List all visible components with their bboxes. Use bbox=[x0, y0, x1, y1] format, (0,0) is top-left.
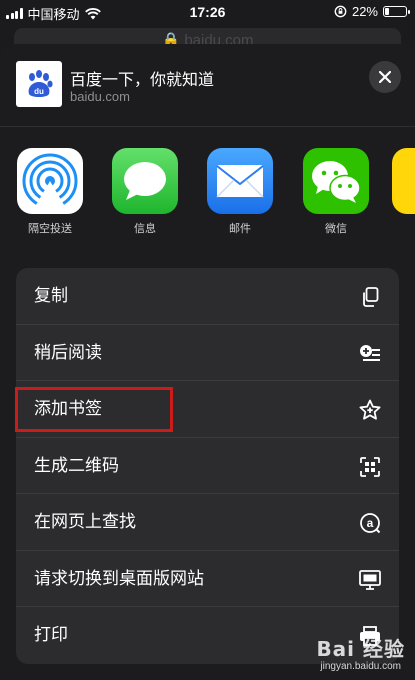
close-icon bbox=[379, 71, 391, 83]
desktop-icon bbox=[359, 569, 381, 591]
action-copy[interactable]: 复制 bbox=[16, 268, 399, 325]
share-sheet: du 百度一下，你就知道 baidu.com 隔空投送 信息 邮件 微信 复制 … bbox=[0, 44, 415, 680]
page-domain: baidu.com bbox=[70, 89, 130, 104]
svg-text:du: du bbox=[34, 87, 44, 96]
share-app-messages[interactable]: 信息 bbox=[105, 148, 185, 236]
share-app-label: 微信 bbox=[325, 223, 347, 235]
watermark-url: jingyan.baidu.com bbox=[320, 661, 402, 672]
share-app-wechat[interactable]: 微信 bbox=[296, 148, 376, 236]
action-list: 复制 稍后阅读 添加书签 生成二维码 在网页上查找 a 请求切换到桌面版网站 打… bbox=[16, 268, 399, 664]
share-app-label: 邮件 bbox=[229, 223, 251, 235]
watermark-brand: Bai 经验 bbox=[316, 637, 405, 661]
action-label: 复制 bbox=[34, 286, 68, 305]
mail-icon bbox=[207, 148, 273, 214]
copy-icon bbox=[359, 286, 381, 308]
svg-text:a: a bbox=[367, 516, 374, 530]
header-divider bbox=[0, 126, 415, 127]
star-icon bbox=[359, 399, 381, 421]
share-apps-row: 隔空投送 信息 邮件 微信 bbox=[0, 148, 415, 248]
action-label: 生成二维码 bbox=[34, 455, 119, 475]
messages-icon bbox=[112, 148, 178, 214]
share-sheet-header: du 百度一下，你就知道 baidu.com bbox=[0, 44, 415, 126]
baidu-jingyan-watermark: Bai 经验 jingyan.baidu.com bbox=[316, 633, 405, 672]
status-bar: 中国移动 17:26 22% bbox=[0, 0, 415, 24]
action-label: 添加书签 bbox=[34, 399, 102, 418]
action-label: 在网页上查找 bbox=[34, 512, 136, 531]
qr-code-icon bbox=[359, 456, 381, 478]
action-add-bookmark[interactable]: 添加书签 bbox=[16, 381, 399, 438]
action-label: 打印 bbox=[34, 625, 68, 644]
action-label: 请求切换到桌面版网站 bbox=[34, 568, 204, 588]
baidu-paw-icon: du bbox=[16, 61, 62, 107]
action-request-desktop[interactable]: 请求切换到桌面版网站 bbox=[16, 551, 399, 607]
share-app-mail[interactable]: 邮件 bbox=[200, 148, 280, 236]
find-icon: a bbox=[359, 512, 381, 534]
wechat-icon bbox=[303, 148, 369, 214]
action-find-on-page[interactable]: 在网页上查找 a bbox=[16, 494, 399, 551]
share-app-label: 隔空投送 bbox=[28, 223, 72, 235]
action-label: 稍后阅读 bbox=[34, 342, 102, 362]
share-app-label: 信息 bbox=[134, 223, 156, 235]
close-button[interactable] bbox=[369, 61, 401, 93]
share-app-notes-partial[interactable] bbox=[392, 148, 415, 214]
page-title: 百度一下，你就知道 bbox=[70, 72, 215, 89]
status-right: 22% bbox=[334, 4, 410, 19]
reading-list-icon bbox=[359, 343, 381, 365]
share-app-airdrop[interactable]: 隔空投送 bbox=[10, 148, 90, 236]
battery-icon bbox=[383, 6, 410, 17]
airdrop-icon bbox=[17, 148, 83, 214]
action-qr-code[interactable]: 生成二维码 bbox=[16, 438, 399, 494]
notes-icon bbox=[392, 148, 415, 214]
battery-percent: 22% bbox=[351, 4, 378, 19]
orientation-lock-icon bbox=[334, 5, 347, 18]
action-reading-list[interactable]: 稍后阅读 bbox=[16, 325, 399, 381]
